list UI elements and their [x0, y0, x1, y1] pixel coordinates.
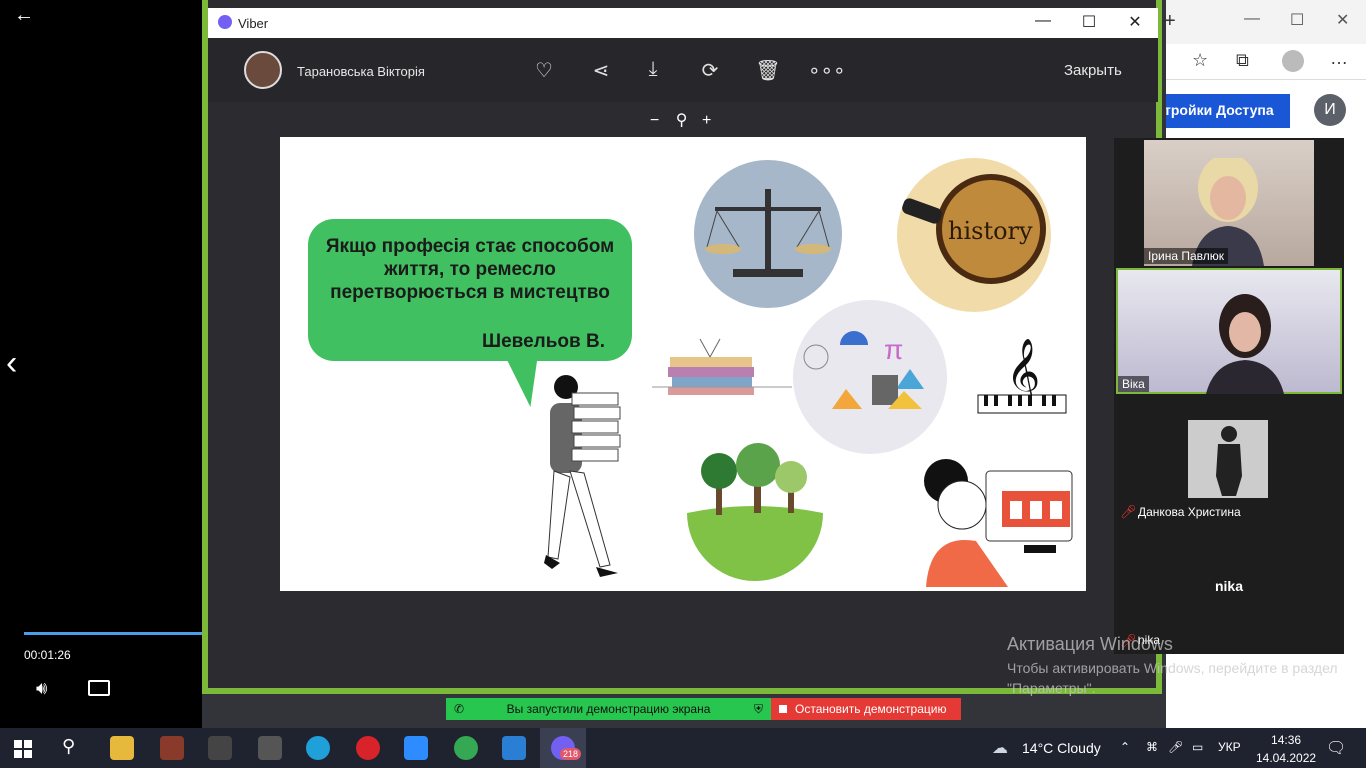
books-stack-icon — [652, 338, 792, 395]
language-indicator[interactable]: УКР — [1218, 740, 1241, 754]
more-icon[interactable]: … — [1330, 48, 1348, 69]
rotate-icon[interactable]: ⟳ — [695, 58, 725, 83]
stop-share-label: Остановить демонстрацию — [795, 702, 947, 716]
participant-video-tile[interactable]: Ірина Павлюк — [1144, 140, 1314, 266]
world-of-warships-icon[interactable] — [258, 736, 282, 760]
mic-icon[interactable]: 🎤︎ — [1168, 740, 1183, 754]
edge-toolbar: ☆ ⧉ … — [1158, 44, 1366, 80]
zoom-out-icon[interactable]: − — [650, 112, 659, 129]
user-avatar[interactable]: И — [1314, 94, 1346, 126]
zoom-icon[interactable] — [404, 736, 428, 760]
shield-icon: ⛨ — [753, 702, 763, 716]
notification-badge: 218 — [560, 748, 582, 760]
participant-video-tile-active[interactable]: Віка — [1116, 268, 1342, 394]
media-viewer-header: Тарановська Вікторія ♡ ⋖ ⤓ ⟳ 🗑︎ ∘∘∘ Закр… — [208, 38, 1158, 102]
svg-text:π: π — [884, 334, 903, 365]
world-of-tanks-icon[interactable] — [208, 736, 232, 760]
favorites-star-icon[interactable]: ☆ — [1192, 50, 1208, 71]
opera-icon[interactable] — [356, 736, 380, 760]
clock[interactable]: 14:36 14.04.2022 — [1256, 731, 1316, 767]
game-icon[interactable] — [160, 736, 184, 760]
close-icon[interactable]: ✕ — [1336, 10, 1349, 30]
participant-name: Ірина Павлюк — [1144, 248, 1228, 264]
person-silhouette — [1206, 294, 1284, 394]
previous-chevron-icon[interactable]: ‹ — [6, 344, 17, 383]
minimize-icon[interactable]: — — [1244, 10, 1260, 28]
access-settings-button[interactable]: тройки Доступа — [1158, 94, 1290, 128]
maximize-icon[interactable]: ☐ — [1069, 12, 1109, 32]
viber-titlebar: Viber — ☐ ✕ — [208, 8, 1158, 38]
stop-square-icon — [779, 705, 787, 713]
cloud-icon: ☁ — [992, 740, 1008, 757]
stop-share-button[interactable]: Остановить демонстрацию — [771, 698, 961, 720]
history-magnifier-icon: history — [897, 158, 1051, 312]
profile-icon[interactable] — [1282, 50, 1304, 72]
zoom-controls: − ⚲ + — [650, 110, 711, 130]
volume-icon[interactable]: 🔊︎ — [36, 678, 47, 699]
participant-photo-tile[interactable] — [1188, 420, 1268, 498]
progress-bar[interactable] — [24, 632, 208, 635]
back-arrow-icon[interactable]: ← — [14, 4, 34, 27]
muted-mic-icon: 🎤︎ — [1120, 504, 1137, 519]
music-treble-clef-icon: 𝄞 — [977, 337, 1067, 414]
more-options-icon[interactable]: ∘∘∘ — [808, 58, 846, 83]
screen-share-status: ✆ Вы запустили демонстрацию экрана ⛨ — [446, 698, 771, 720]
girl-at-computer-icon — [924, 459, 1073, 587]
viber-taskbar-button[interactable]: 218 — [540, 728, 586, 768]
clock-time: 14:36 — [1271, 733, 1302, 747]
viber-logo-icon — [218, 15, 232, 29]
video-player: ← ‹ 00:01:26 🔊︎ — [0, 0, 208, 728]
person-silhouette — [1216, 426, 1242, 496]
share-icon[interactable]: ⋖ — [586, 58, 616, 83]
activation-watermark-text: Чтобы активировать Windows, перейдите в … — [1007, 660, 1338, 696]
edge-icon[interactable] — [306, 736, 330, 760]
clock-date: 14.04.2022 — [1256, 751, 1317, 765]
search-icon[interactable]: ⚲ — [62, 736, 75, 757]
playback-time: 00:01:26 — [24, 648, 71, 662]
history-text: history — [948, 217, 1033, 245]
download-icon[interactable]: ⤓ — [638, 58, 668, 81]
close-icon[interactable]: ✕ — [1115, 12, 1155, 32]
weather-widget[interactable]: 14°C Cloudy — [1022, 740, 1101, 756]
activation-watermark-title: Активация Windows — [1007, 634, 1173, 654]
nature-trees-icon — [687, 443, 823, 581]
man-with-books-illustration — [544, 375, 621, 577]
zoom-magnifier-icon[interactable]: ⚲ — [676, 112, 688, 129]
camera-icon[interactable]: ⌘ — [1146, 740, 1158, 754]
contact-avatar — [244, 51, 282, 89]
network-icon[interactable]: ▭ — [1192, 740, 1203, 754]
participant-name-large: nika — [1214, 578, 1243, 594]
scales-of-justice-icon — [694, 160, 842, 308]
participant-name: Данкова Христина — [1138, 505, 1241, 519]
quote-author: Шевельов В. — [482, 331, 605, 352]
progress-fill — [24, 632, 207, 635]
share-status-text: Вы запустили демонстрацию экрана — [506, 702, 711, 716]
edge-tabbar: + — ☐ ✕ — [1158, 0, 1366, 44]
contact-name: Тарановська Вікторія — [297, 64, 425, 79]
slide-quote: Якщо професія стає способом життя, то ре… — [325, 236, 615, 303]
collections-icon[interactable]: ⧉ — [1236, 50, 1249, 71]
presentation-slide: Якщо професія стає способом життя, то ре… — [280, 137, 1086, 591]
windows-taskbar: ⚲ 218 — [0, 728, 1366, 768]
math-tools-icon: π — [793, 300, 947, 454]
notifications-icon[interactable]: 🗨︎ — [1326, 738, 1346, 758]
windows-start-icon[interactable] — [14, 740, 32, 758]
captions-icon[interactable] — [88, 680, 110, 696]
heart-icon[interactable]: ♡ — [529, 58, 559, 83]
media-player-icon[interactable] — [502, 736, 526, 760]
zoom-in-icon[interactable]: + — [702, 112, 711, 129]
trash-icon[interactable]: 🗑︎ — [753, 58, 783, 83]
file-explorer-icon[interactable] — [110, 736, 134, 760]
window-title: Viber — [238, 16, 269, 31]
minimize-icon[interactable]: — — [1023, 12, 1063, 30]
maximize-icon[interactable]: ☐ — [1290, 10, 1304, 30]
close-viewer-button[interactable]: Закрыть — [1064, 62, 1122, 79]
phone-icon: ✆ — [454, 702, 465, 716]
participant-name: Віка — [1118, 376, 1149, 392]
tray-chevron-icon[interactable]: ⌃ — [1120, 740, 1130, 754]
chrome-icon[interactable] — [454, 736, 478, 760]
